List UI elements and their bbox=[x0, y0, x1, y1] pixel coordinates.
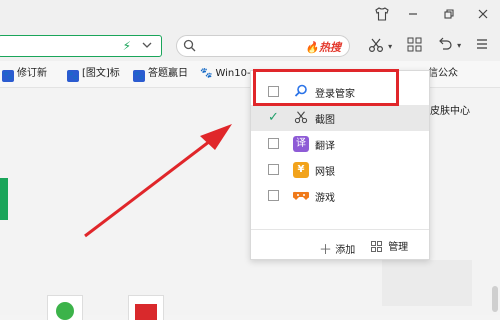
dropdown-item-translate[interactable]: 译 翻译 bbox=[251, 131, 429, 157]
plus-icon: ＋ bbox=[319, 243, 333, 258]
scissors-icon bbox=[293, 110, 309, 126]
menu-icon[interactable] bbox=[475, 37, 489, 55]
checkbox[interactable] bbox=[268, 164, 279, 175]
bookmark-item[interactable]: 🐾 [图文]标 bbox=[67, 67, 120, 82]
flame-icon: 🔥 bbox=[305, 41, 319, 54]
bookmark-item[interactable]: 🐾 修订新 bbox=[2, 67, 47, 82]
paw-icon: 🐾 bbox=[200, 68, 213, 79]
dropdown-item-games[interactable]: 游戏 bbox=[251, 183, 429, 209]
dropdown-footer: ＋ 添加 管理 bbox=[251, 229, 429, 260]
dropdown-item-screenshot[interactable]: ✓ 截图 bbox=[251, 105, 429, 131]
caret-down-icon: ▾ bbox=[457, 41, 462, 50]
search-icon bbox=[183, 39, 196, 55]
manage-button[interactable]: 管理 bbox=[371, 238, 408, 253]
scrollbar-thumb[interactable] bbox=[492, 286, 498, 312]
paw-icon: 🐾 bbox=[133, 70, 145, 82]
leaf-icon bbox=[56, 302, 74, 320]
minimize-icon[interactable] bbox=[404, 7, 422, 25]
address-bar[interactable]: ⚡ bbox=[0, 35, 162, 57]
chevron-down-icon[interactable] bbox=[141, 38, 153, 55]
shirt-icon[interactable] bbox=[373, 7, 391, 25]
screenshot-button[interactable]: ▾ bbox=[368, 37, 392, 55]
search-box[interactable]: 🔥热搜 bbox=[176, 35, 350, 57]
dropdown-item-netbank[interactable]: ¥ 网银 bbox=[251, 157, 429, 183]
translate-icon: 译 bbox=[293, 136, 309, 152]
hot-search-label[interactable]: 🔥热搜 bbox=[305, 39, 341, 55]
checkbox[interactable] bbox=[268, 138, 279, 149]
paw-icon: 🐾 bbox=[2, 70, 14, 82]
apps-grid-icon[interactable] bbox=[407, 37, 422, 55]
undo-close-icon[interactable]: ▾ bbox=[437, 37, 461, 55]
check-icon[interactable]: ✓ bbox=[268, 111, 279, 124]
close-icon[interactable] bbox=[474, 7, 492, 25]
scissors-icon bbox=[368, 38, 388, 57]
lightning-icon[interactable]: ⚡ bbox=[123, 39, 131, 53]
title-bar bbox=[0, 0, 500, 33]
green-tile[interactable] bbox=[0, 178, 8, 220]
highlight-box bbox=[253, 69, 399, 106]
bookmark-item[interactable]: 🐾 答题赢日 bbox=[133, 67, 188, 82]
gamepad-icon bbox=[291, 188, 311, 204]
checkbox[interactable] bbox=[268, 190, 279, 201]
bookmark-item[interactable]: 信公众 bbox=[428, 67, 458, 81]
caret-down-icon: ▾ bbox=[388, 42, 393, 51]
placeholder-tile bbox=[382, 260, 472, 306]
yen-icon: ¥ bbox=[293, 162, 309, 178]
restore-icon[interactable] bbox=[440, 7, 458, 25]
grid-icon bbox=[371, 241, 385, 255]
add-button[interactable]: ＋ 添加 bbox=[319, 238, 355, 258]
app-tile-icon[interactable] bbox=[47, 295, 83, 320]
paw-icon: 🐾 bbox=[67, 70, 79, 82]
app-tile-icon[interactable] bbox=[128, 295, 164, 320]
skin-center-link[interactable]: 皮肤中心 bbox=[430, 102, 470, 117]
bookmark-item[interactable]: 🐾 Win10- bbox=[200, 67, 251, 81]
news-icon bbox=[135, 304, 157, 320]
toolbar: ⚡ 🔥热搜 ▾ ▾ bbox=[0, 33, 500, 61]
